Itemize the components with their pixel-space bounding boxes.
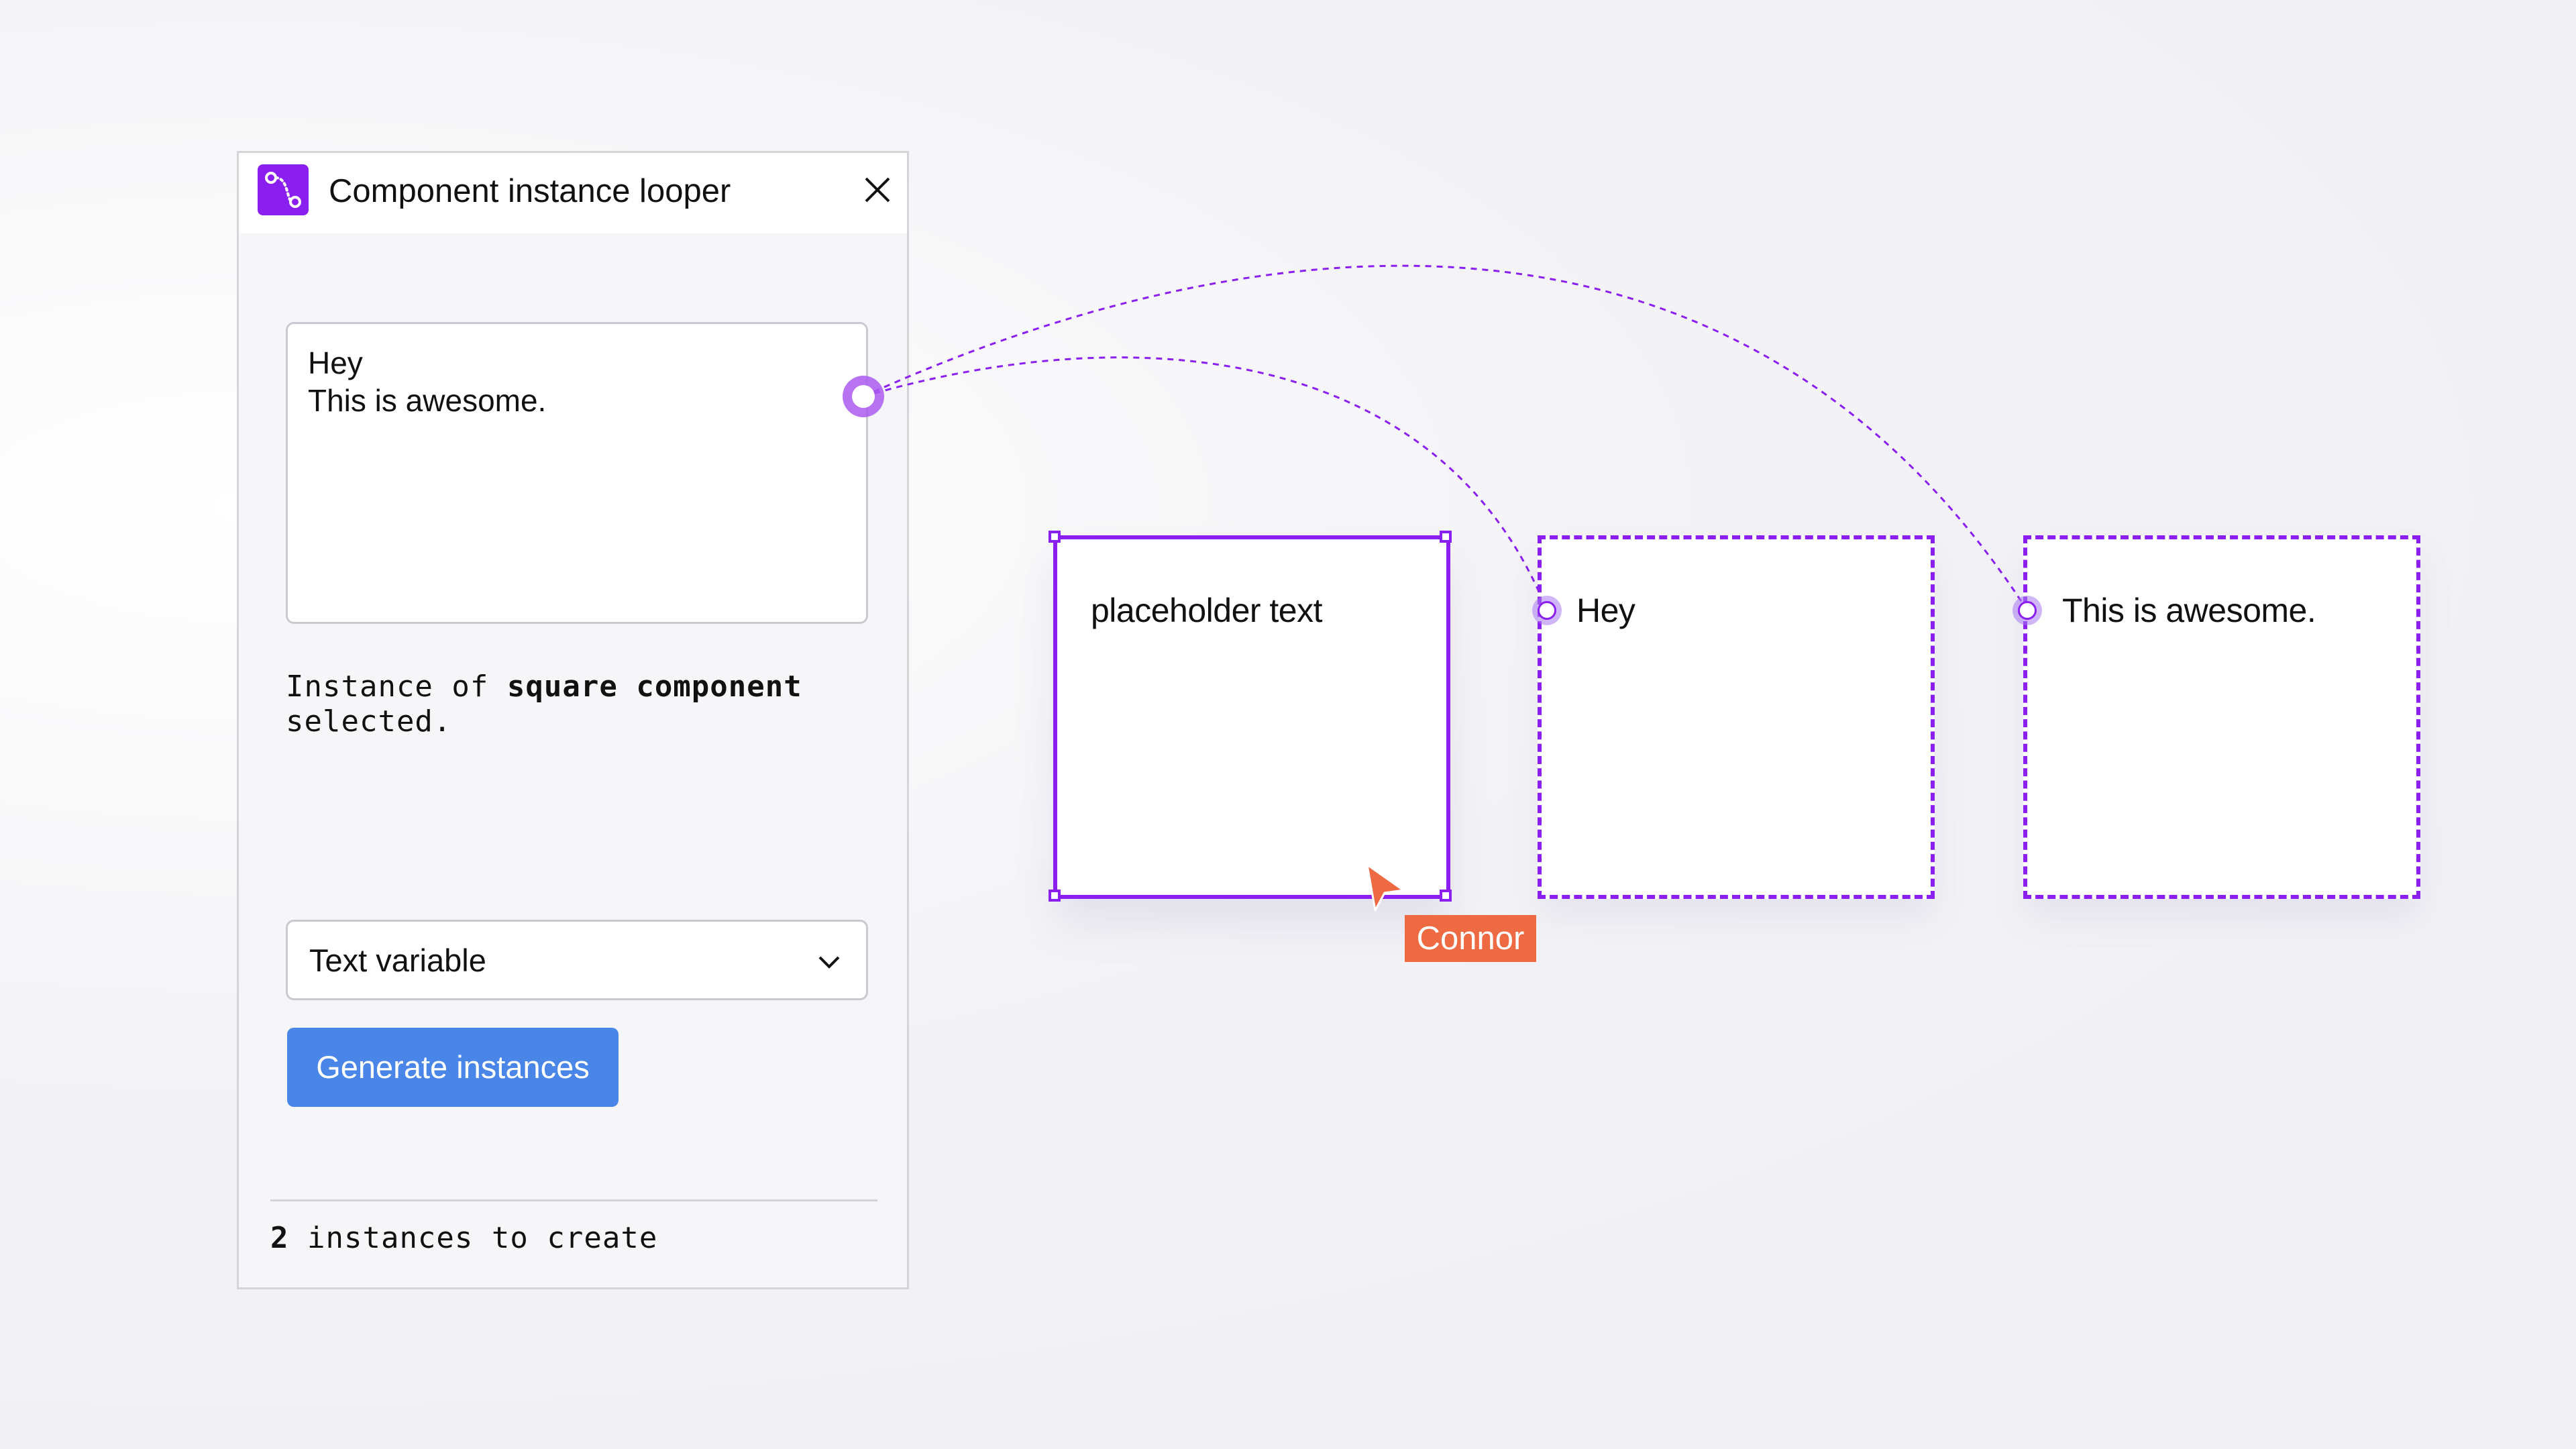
textarea-connector-handle[interactable] bbox=[843, 376, 884, 417]
instance-box-text: This is awesome. bbox=[2062, 592, 2316, 629]
cursor-arrow-icon bbox=[1362, 862, 1409, 916]
resize-handle-bottom-left[interactable] bbox=[1049, 890, 1061, 902]
instance-connector-handle[interactable] bbox=[1532, 596, 1562, 625]
cursor-user-label: Connor bbox=[1405, 915, 1536, 962]
resize-handle-top-left[interactable] bbox=[1049, 531, 1061, 543]
instance-square-awesome[interactable]: This is awesome. bbox=[2023, 535, 2420, 899]
instance-box-text: Hey bbox=[1576, 592, 1635, 629]
source-square-component[interactable]: placeholder text bbox=[1053, 535, 1450, 899]
resize-handle-bottom-right[interactable] bbox=[1440, 890, 1452, 902]
instance-connector-handle[interactable] bbox=[2012, 596, 2042, 625]
source-box-text: placeholder text bbox=[1091, 592, 1323, 629]
instance-square-hey[interactable]: Hey bbox=[1538, 535, 1935, 899]
resize-handle-top-right[interactable] bbox=[1440, 531, 1452, 543]
